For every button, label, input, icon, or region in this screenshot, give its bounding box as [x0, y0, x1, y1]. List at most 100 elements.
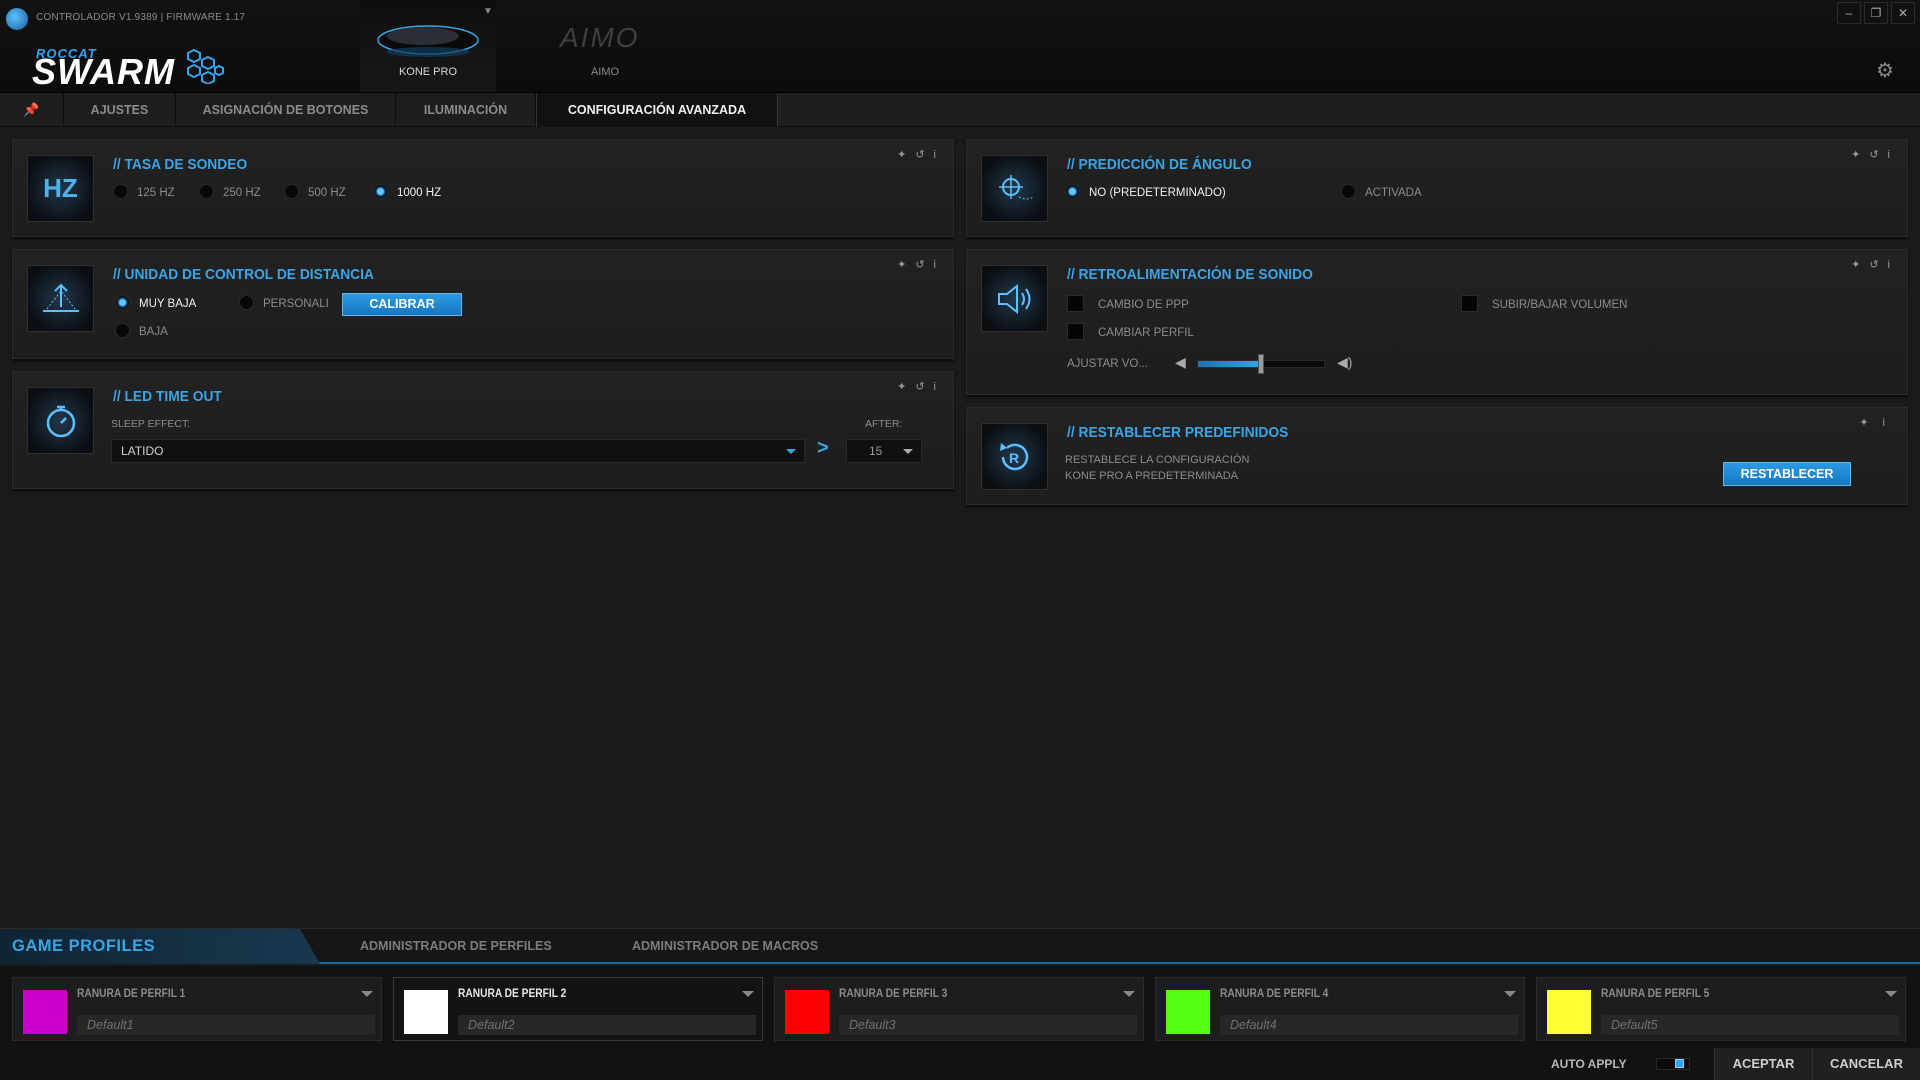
tab-game-profiles[interactable]: GAME PROFILES — [12, 937, 155, 956]
check-subir-bajar-volumen[interactable]: SUBIR/BAJAR VOLUMEN — [1461, 295, 1627, 312]
tab-asignacion-botones[interactable]: ASIGNACIÓN DE BOTONES — [176, 93, 396, 127]
chevron-down-icon[interactable] — [361, 991, 373, 997]
profile-slot-3[interactable]: RANURA DE PERFIL 3 Default3 — [774, 977, 1144, 1041]
restore-defaults-button[interactable]: RESTABLECER — [1723, 462, 1851, 486]
reset-description-line2: KONE PRO A PREDETERMINADA — [1065, 470, 1238, 482]
panel-title: // RESTABLECER PREDEFINIDOS — [1067, 424, 1289, 441]
cancel-button[interactable]: CANCELAR — [1812, 1048, 1920, 1080]
info-icon[interactable]: i — [934, 259, 945, 271]
reset-defaults-panel: R // RESTABLECER PREDEFINIDOS ✦i RESTABL… — [966, 407, 1908, 505]
angle-target-icon — [981, 155, 1048, 222]
profile-name-field[interactable]: Default2 — [458, 1015, 756, 1035]
panel-tools: ✦↺i — [1851, 258, 1899, 271]
profile-name-field[interactable]: Default5 — [1601, 1015, 1899, 1035]
radio-500hz[interactable]: 500 HZ — [284, 184, 346, 199]
radio-personalizada[interactable]: PERSONALI — [239, 295, 329, 310]
profile-name-field[interactable]: Default1 — [77, 1015, 375, 1035]
radio-1000hz[interactable]: 1000 HZ — [373, 184, 441, 199]
sleep-effect-label: SLEEP EFFECT: — [111, 418, 191, 430]
profile-color-swatch — [404, 990, 448, 1034]
swarm-logo-text: SWARM — [32, 51, 175, 92]
chevron-down-icon[interactable] — [1504, 991, 1516, 997]
auto-apply-toggle[interactable] — [1656, 1058, 1690, 1070]
device-tab-kone-pro[interactable]: KONE PRO — [360, 0, 496, 92]
tab-administrador-perfiles[interactable]: ADMINISTRADOR DE PERFILES — [360, 939, 552, 953]
radio-250hz[interactable]: 250 HZ — [199, 184, 261, 199]
info-icon[interactable]: i — [1883, 417, 1899, 429]
distance-control-icon — [27, 265, 94, 332]
profile-slot-name: RANURA DE PERFIL 5 — [1601, 986, 1710, 1000]
profile-color-swatch — [1547, 990, 1591, 1034]
close-button[interactable]: ✕ — [1891, 2, 1915, 24]
reset-icon[interactable]: ↺ — [915, 149, 933, 161]
check-cambio-ppp[interactable]: CAMBIO DE PPP — [1067, 295, 1189, 312]
settings-gear-icon[interactable]: ⚙ — [1876, 58, 1894, 83]
tab-administrador-macros[interactable]: ADMINISTRADOR DE MACROS — [632, 939, 818, 953]
accept-button[interactable]: ACEPTAR — [1714, 1048, 1812, 1080]
profile-slot-5[interactable]: RANURA DE PERFIL 5 Default5 — [1536, 977, 1906, 1041]
svg-text:R: R — [1009, 450, 1019, 466]
reset-description-line1: RESTABLECE LA CONFIGURACIÓN — [1065, 454, 1250, 466]
chevron-down-icon — [786, 449, 796, 454]
pin-icon[interactable]: ✦ — [1851, 259, 1869, 271]
info-icon[interactable]: i — [1888, 259, 1899, 271]
main-tab-bar: 📌 AJUSTES ASIGNACIÓN DE BOTONES ILUMINAC… — [0, 93, 1920, 127]
profile-slot-4[interactable]: RANURA DE PERFIL 4 Default4 — [1155, 977, 1525, 1041]
device-dropdown-icon[interactable]: ▼ — [483, 6, 493, 17]
panel-title: // RETROALIMENTACIÓN DE SONIDO — [1067, 266, 1313, 283]
reset-icon[interactable]: ↺ — [915, 381, 933, 393]
reset-r-icon: R — [981, 423, 1048, 490]
profile-slot-name: RANURA DE PERFIL 1 — [77, 986, 186, 1000]
tab-ajustes[interactable]: AJUSTES — [64, 93, 176, 127]
distance-control-panel: // UNIDAD DE CONTROL DE DISTANCIA ✦↺i MU… — [12, 249, 954, 359]
tab-iluminacion[interactable]: ILUMINACIÓN — [396, 93, 536, 127]
info-icon[interactable]: i — [934, 381, 945, 393]
volume-slider-handle[interactable] — [1258, 354, 1264, 374]
pin-tab-icon[interactable]: 📌 — [0, 93, 64, 127]
panel-title: // UNIDAD DE CONTROL DE DISTANCIA — [113, 266, 374, 283]
device-tab-aimo[interactable]: AIMO — [540, 0, 670, 92]
restore-button[interactable]: ❐ — [1864, 2, 1888, 24]
info-icon[interactable]: i — [934, 149, 945, 161]
pin-icon[interactable]: ✦ — [1851, 149, 1869, 161]
chevron-down-icon[interactable] — [742, 991, 754, 997]
calibrate-button[interactable]: CALIBRAR — [342, 293, 462, 316]
radio-angle-no[interactable]: NO (PREDETERMINADO) — [1065, 184, 1226, 199]
radio-125hz[interactable]: 125 HZ — [113, 184, 175, 199]
minimize-button[interactable]: – — [1837, 2, 1861, 24]
tab-configuracion-avanzada[interactable]: CONFIGURACIÓN AVANZADA — [536, 93, 778, 127]
chevron-down-icon[interactable] — [1123, 991, 1135, 997]
title-bar — [0, 0, 1920, 93]
radio-angle-activada[interactable]: ACTIVADA — [1341, 184, 1422, 199]
profile-color-swatch — [785, 990, 829, 1034]
pin-icon[interactable]: ✦ — [897, 259, 915, 271]
chevron-down-icon[interactable] — [1885, 991, 1897, 997]
device-name-aimo: AIMO — [590, 66, 620, 78]
sleep-effect-select[interactable]: LATIDO — [111, 439, 805, 463]
volume-slider-fill — [1198, 361, 1261, 367]
info-icon[interactable]: i — [1888, 149, 1899, 161]
pin-icon[interactable]: ✦ — [897, 381, 915, 393]
polling-rate-panel: HZ // TASA DE SONDEO ✦↺i 125 HZ 250 HZ 5… — [12, 139, 954, 237]
after-select[interactable]: 15 — [846, 439, 922, 463]
reset-icon[interactable]: ↺ — [1869, 149, 1887, 161]
speaker-icon — [981, 265, 1048, 332]
arrow-right-icon: > — [817, 437, 829, 459]
after-label: AFTER: — [865, 418, 903, 430]
radio-muy-baja[interactable]: MUY BAJA — [115, 295, 196, 310]
reset-icon[interactable]: ↺ — [1869, 259, 1887, 271]
pin-icon[interactable]: ✦ — [1859, 417, 1882, 429]
chevron-down-icon — [903, 449, 913, 454]
panel-tools: ✦↺i — [897, 258, 945, 271]
profile-slot-1[interactable]: RANURA DE PERFIL 1 Default1 — [12, 977, 382, 1041]
profile-name-field[interactable]: Default4 — [1220, 1015, 1518, 1035]
profile-slot-name: RANURA DE PERFIL 4 — [1220, 986, 1329, 1000]
auto-apply-toggle-knob[interactable] — [1675, 1059, 1684, 1068]
profile-slot-2[interactable]: RANURA DE PERFIL 2 Default2 — [393, 977, 763, 1041]
reset-icon[interactable]: ↺ — [915, 259, 933, 271]
check-cambiar-perfil[interactable]: CAMBIAR PERFIL — [1067, 323, 1194, 340]
profile-name-field[interactable]: Default3 — [839, 1015, 1137, 1035]
radio-baja[interactable]: BAJA — [115, 323, 168, 338]
pin-icon[interactable]: ✦ — [897, 149, 915, 161]
volume-high-icon: ◀) — [1337, 354, 1353, 370]
